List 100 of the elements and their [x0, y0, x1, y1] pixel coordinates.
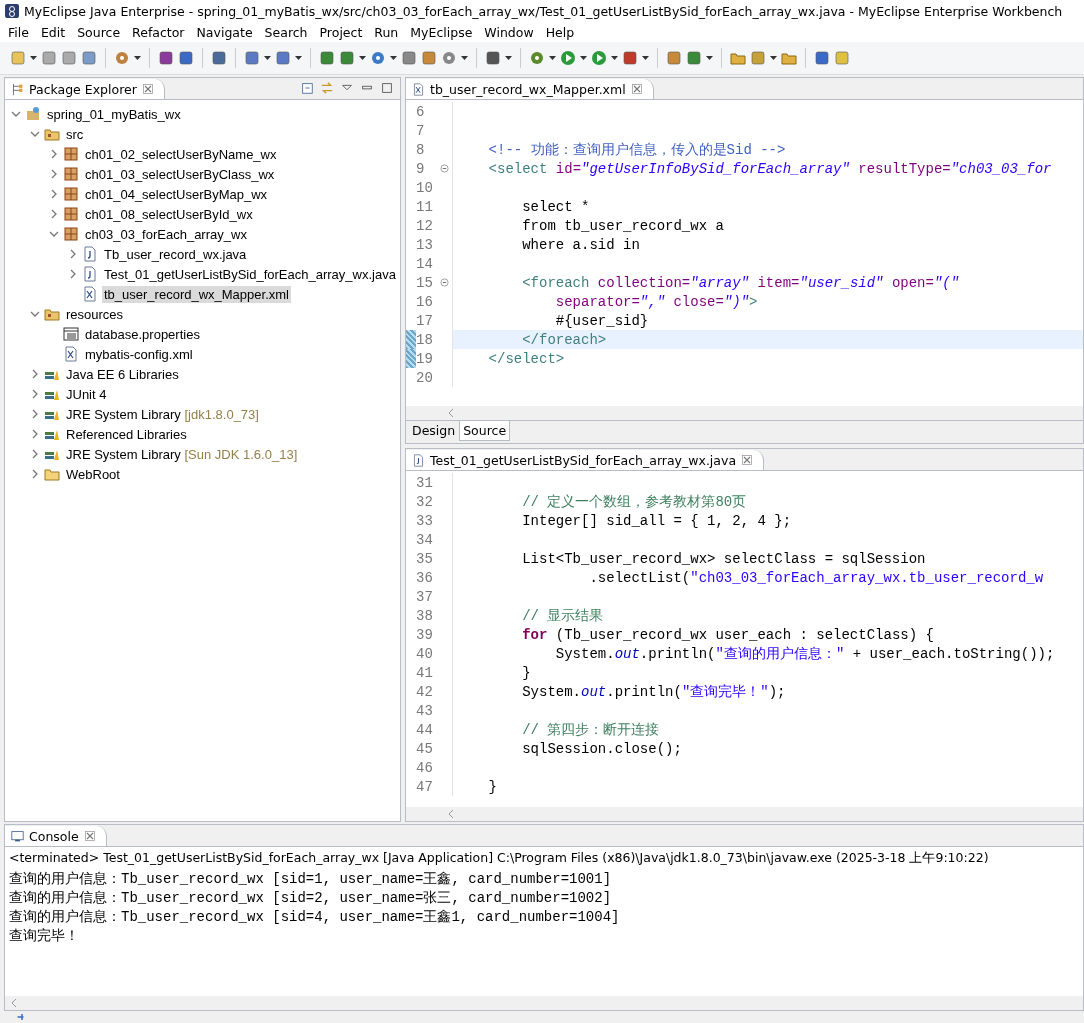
line-number: 38	[416, 607, 434, 624]
caret-icon[interactable]	[30, 56, 37, 60]
code-line: select *	[521, 198, 590, 215]
code-line: for (Tb_user_record_wx user_each : selectClass) {	[521, 626, 934, 643]
expand-chevron-icon[interactable]	[30, 469, 40, 479]
caret-icon[interactable]	[580, 56, 587, 60]
expand-chevron-icon[interactable]	[49, 189, 59, 199]
editor-tab[interactable]: Test_01_getUserListBySid_forEach_array_wx.java	[406, 450, 765, 470]
menu-item[interactable]: File	[2, 24, 35, 40]
scroll-left-icon[interactable]	[446, 809, 456, 819]
link-arrows-icon[interactable]	[320, 81, 334, 95]
collapse-chevron-icon[interactable]	[11, 109, 21, 119]
tree-item[interactable]: JRE System Library [jdk1.8.0_73]	[64, 405, 261, 423]
tree-item[interactable]: spring_01_myBatis_wx	[45, 105, 183, 123]
editor-mode-tab[interactable]: Design	[408, 421, 460, 441]
tree-item[interactable]: JRE System Library [Sun JDK 1.6.0_13]	[64, 445, 300, 463]
menu-item[interactable]: MyEclipse	[404, 24, 479, 40]
expand-chevron-icon[interactable]	[30, 409, 40, 419]
window-title: MyEclipse Java Enterprise - spring_01_myBatis_wx/src/ch03_03_forEach_array_wx/Test_01_getUserListBySid_forEach_array_wx.java - MyEclipse Enterprise Workbench	[24, 3, 1063, 19]
tree-item[interactable]: tb_user_record_wx_Mapper.xml	[102, 285, 291, 303]
caret-icon[interactable]	[611, 56, 618, 60]
line-number: 17	[416, 312, 434, 329]
tree-item[interactable]: ch01_03_selectUserByClass_wx	[83, 165, 277, 183]
tree-item[interactable]: JUnit 4	[64, 385, 109, 403]
code-line: .selectList("ch03_03_forEach_array_wx.tb_user_record_w	[588, 569, 1044, 586]
tree-item[interactable]: ch01_04_selectUserByMap_wx	[83, 185, 270, 203]
menu-item[interactable]: Search	[258, 24, 314, 40]
collapse-chevron-icon[interactable]	[30, 129, 40, 139]
tree-item[interactable]: mybatis-config.xml	[83, 345, 195, 363]
play-icon[interactable]	[560, 50, 576, 66]
close-icon[interactable]	[83, 830, 96, 842]
expand-chevron-icon[interactable]	[49, 209, 59, 219]
scroll-left-icon[interactable]	[446, 408, 456, 418]
menu-item[interactable]: Edit	[34, 24, 72, 40]
console-output-line: 查询完毕！	[8, 927, 80, 946]
fold-toggle-icon[interactable]	[440, 278, 449, 287]
package-icon	[63, 166, 79, 182]
maximize-icon[interactable]	[380, 81, 394, 95]
menu-item[interactable]: Refactor	[126, 24, 191, 40]
expand-chevron-icon[interactable]	[68, 249, 78, 259]
caret-icon[interactable]	[549, 56, 556, 60]
caret-icon[interactable]	[642, 56, 649, 60]
folder-icon[interactable]	[730, 50, 746, 66]
tree-item[interactable]: ch03_03_forEach_array_wx	[83, 225, 249, 243]
caret-icon[interactable]	[134, 56, 141, 60]
caret-icon[interactable]	[770, 56, 777, 60]
expand-chevron-icon[interactable]	[30, 449, 40, 459]
expand-chevron-icon[interactable]	[49, 169, 59, 179]
editor-mode-tab[interactable]: Source	[459, 421, 511, 441]
xml-file-icon	[63, 346, 79, 362]
close-icon[interactable]	[630, 83, 643, 95]
tree-item[interactable]: resources	[64, 305, 126, 323]
tree-item[interactable]: Tb_user_record_wx.java	[102, 245, 249, 263]
caret-icon[interactable]	[359, 56, 366, 60]
tree-item[interactable]: Referenced Libraries	[64, 425, 189, 443]
expand-chevron-icon[interactable]	[30, 369, 40, 379]
menu-item[interactable]: Project	[313, 24, 369, 40]
tree-item[interactable]: src	[64, 125, 86, 143]
line-number: 36	[416, 569, 434, 586]
code-line: List<Tb_user_record_wx> selectClass = sqlSession	[521, 550, 926, 567]
caret-icon[interactable]	[295, 56, 302, 60]
view-tab[interactable]: Console	[5, 826, 107, 846]
collapse-chevron-icon[interactable]	[49, 229, 59, 239]
expand-chevron-icon[interactable]	[30, 429, 40, 439]
package-icon	[63, 146, 79, 162]
menu-item[interactable]: Run	[368, 24, 405, 40]
tree-item[interactable]: ch01_02_selectUserByName_wx	[83, 145, 279, 163]
editor-tab[interactable]: tb_user_record_wx_Mapper.xml	[406, 79, 654, 99]
caret-icon[interactable]	[390, 56, 397, 60]
caret-icon[interactable]	[505, 56, 512, 60]
run-icon[interactable]	[591, 50, 607, 66]
line-number: 37	[416, 588, 434, 605]
menu-item[interactable]: Help	[539, 24, 581, 40]
code-line: #{user_sid}	[554, 312, 649, 329]
caret-icon[interactable]	[706, 56, 713, 60]
view-tab[interactable]: Package Explorer	[5, 79, 165, 99]
code-line: <foreach collection="array" item="user_sid" open="("	[521, 274, 960, 291]
expand-chevron-icon[interactable]	[49, 149, 59, 159]
menu-item[interactable]: Window	[478, 24, 540, 40]
caret-icon[interactable]	[264, 56, 271, 60]
expand-chevron-icon[interactable]	[30, 389, 40, 399]
collapse-all-icon[interactable]	[300, 81, 314, 95]
line-number: 18	[416, 331, 434, 348]
collapse-chevron-icon[interactable]	[30, 309, 40, 319]
tree-item[interactable]: Test_01_getUserListBySid_forEach_array_wx.java	[102, 265, 398, 283]
caret-icon[interactable]	[461, 56, 468, 60]
fold-toggle-icon[interactable]	[440, 164, 449, 173]
menu-item[interactable]: Navigate	[190, 24, 259, 40]
scroll-left-icon[interactable]	[9, 998, 19, 1008]
close-icon[interactable]	[141, 83, 154, 95]
expand-chevron-icon[interactable]	[68, 269, 78, 279]
code-line: }	[521, 664, 531, 681]
tree-item[interactable]: ch01_08_selectUserById_wx	[83, 205, 255, 223]
console-output-line: 查询的用户信息：Tb_user_record_wx [sid=4, user_name=王鑫1, card_number=1004]	[8, 908, 621, 927]
menu-item[interactable]: Source	[71, 24, 127, 40]
tree-item[interactable]: WebRoot	[64, 465, 122, 483]
close-icon[interactable]	[741, 454, 754, 466]
line-number: 19	[416, 350, 434, 367]
tree-item[interactable]: database.properties	[83, 325, 202, 343]
tree-item[interactable]: Java EE 6 Libraries	[64, 365, 181, 383]
